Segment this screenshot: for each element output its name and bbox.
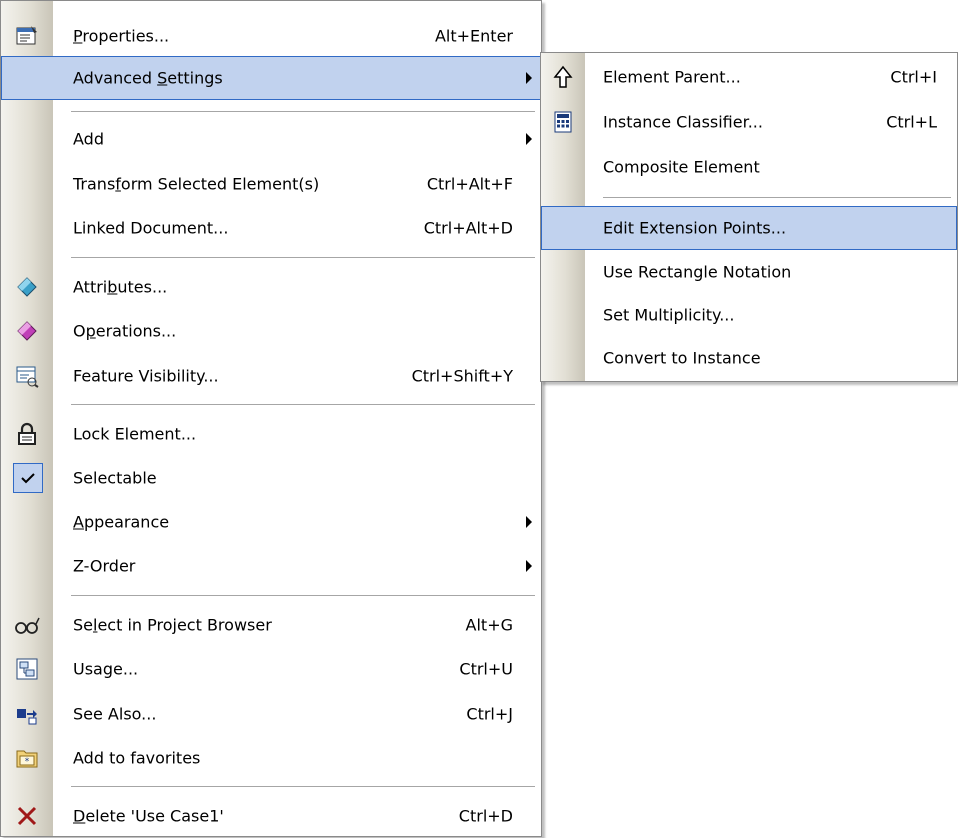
menu-item-advanced-settings[interactable]: Advanced Settings [1,56,541,100]
context-menu: Properties... Alt+Enter Advanced Setting… [0,0,542,837]
menu-item-appearance[interactable]: Appearance [1,500,541,544]
submenu-item-edit-extension-points[interactable]: Edit Extension Points... [541,206,957,250]
menu-separator [71,404,535,405]
shortcut-text: Ctrl+Alt+F [426,174,513,194]
shortcut-text: Ctrl+U [459,659,513,679]
shortcut-text: Alt+Enter [434,26,513,46]
shortcut-text: Ctrl+D [458,806,513,826]
checkmark-icon [13,463,43,493]
advanced-settings-submenu: Element Parent... Ctrl+I Instance Classi… [540,52,958,382]
operations-icon [15,319,39,343]
lock-icon [15,422,39,446]
menu-item-select-in-project-browser[interactable]: Select in Project Browser Alt+G [1,603,541,647]
submenu-arrow-icon [526,133,532,145]
submenu-item-composite-element[interactable]: Composite Element [541,145,957,189]
properties-icon [15,24,39,48]
submenu-arrow-icon [526,560,532,572]
menu-item-linked-document[interactable]: Linked Document... Ctrl+Alt+D [1,206,541,250]
see-also-icon [15,702,39,726]
menu-item-delete[interactable]: Delete 'Use Case1' Ctrl+D [1,794,541,838]
shortcut-text: Ctrl+Shift+Y [411,366,513,386]
menu-separator [71,257,535,258]
feature-visibility-icon [15,364,39,388]
menu-item-attributes[interactable]: Attributes... [1,265,541,309]
submenu-item-use-rectangle-notation[interactable]: Use Rectangle Notation [541,250,957,294]
shortcut-text: Ctrl+L [886,112,937,132]
calculator-icon [551,110,575,134]
menu-item-operations[interactable]: Operations... [1,309,541,353]
shortcut-text: Alt+G [465,615,513,635]
favorites-icon: * [15,746,39,770]
shortcut-text: Ctrl+Alt+D [423,218,513,238]
menu-item-add[interactable]: Add [1,117,541,161]
glasses-icon [15,613,40,637]
submenu-item-set-multiplicity[interactable]: Set Multiplicity... [541,293,957,337]
shortcut-text: Ctrl+I [890,67,937,87]
submenu-item-convert-to-instance[interactable]: Convert to Instance [541,336,957,380]
menu-separator [71,111,535,112]
menu-item-selectable[interactable]: Selectable [1,456,541,500]
menu-item-usage[interactable]: Usage... Ctrl+U [1,647,541,691]
submenu-arrow-icon [526,72,532,84]
svg-text:*: * [25,757,30,767]
submenu-item-element-parent[interactable]: Element Parent... Ctrl+I [541,55,957,99]
menu-item-feature-visibility[interactable]: Feature Visibility... Ctrl+Shift+Y [1,354,541,398]
menu-separator [71,786,535,787]
menu-item-z-order[interactable]: Z-Order [1,544,541,588]
menu-item-transform[interactable]: Transform Selected Element(s) Ctrl+Alt+F [1,162,541,206]
menu-separator [603,197,951,198]
usage-icon [15,657,39,681]
attributes-icon [15,275,39,299]
submenu-item-instance-classifier[interactable]: Instance Classifier... Ctrl+L [541,100,957,144]
delete-icon [15,804,39,828]
menu-item-lock-element[interactable]: Lock Element... [1,412,541,456]
menu-item-properties[interactable]: Properties... Alt+Enter [1,14,541,58]
element-parent-icon [551,65,575,89]
shortcut-text: Ctrl+J [466,704,513,724]
submenu-arrow-icon [526,516,532,528]
menu-item-see-also[interactable]: See Also... Ctrl+J [1,692,541,736]
menu-item-add-to-favorites[interactable]: * Add to favorites [1,736,541,780]
menu-separator [71,595,535,596]
